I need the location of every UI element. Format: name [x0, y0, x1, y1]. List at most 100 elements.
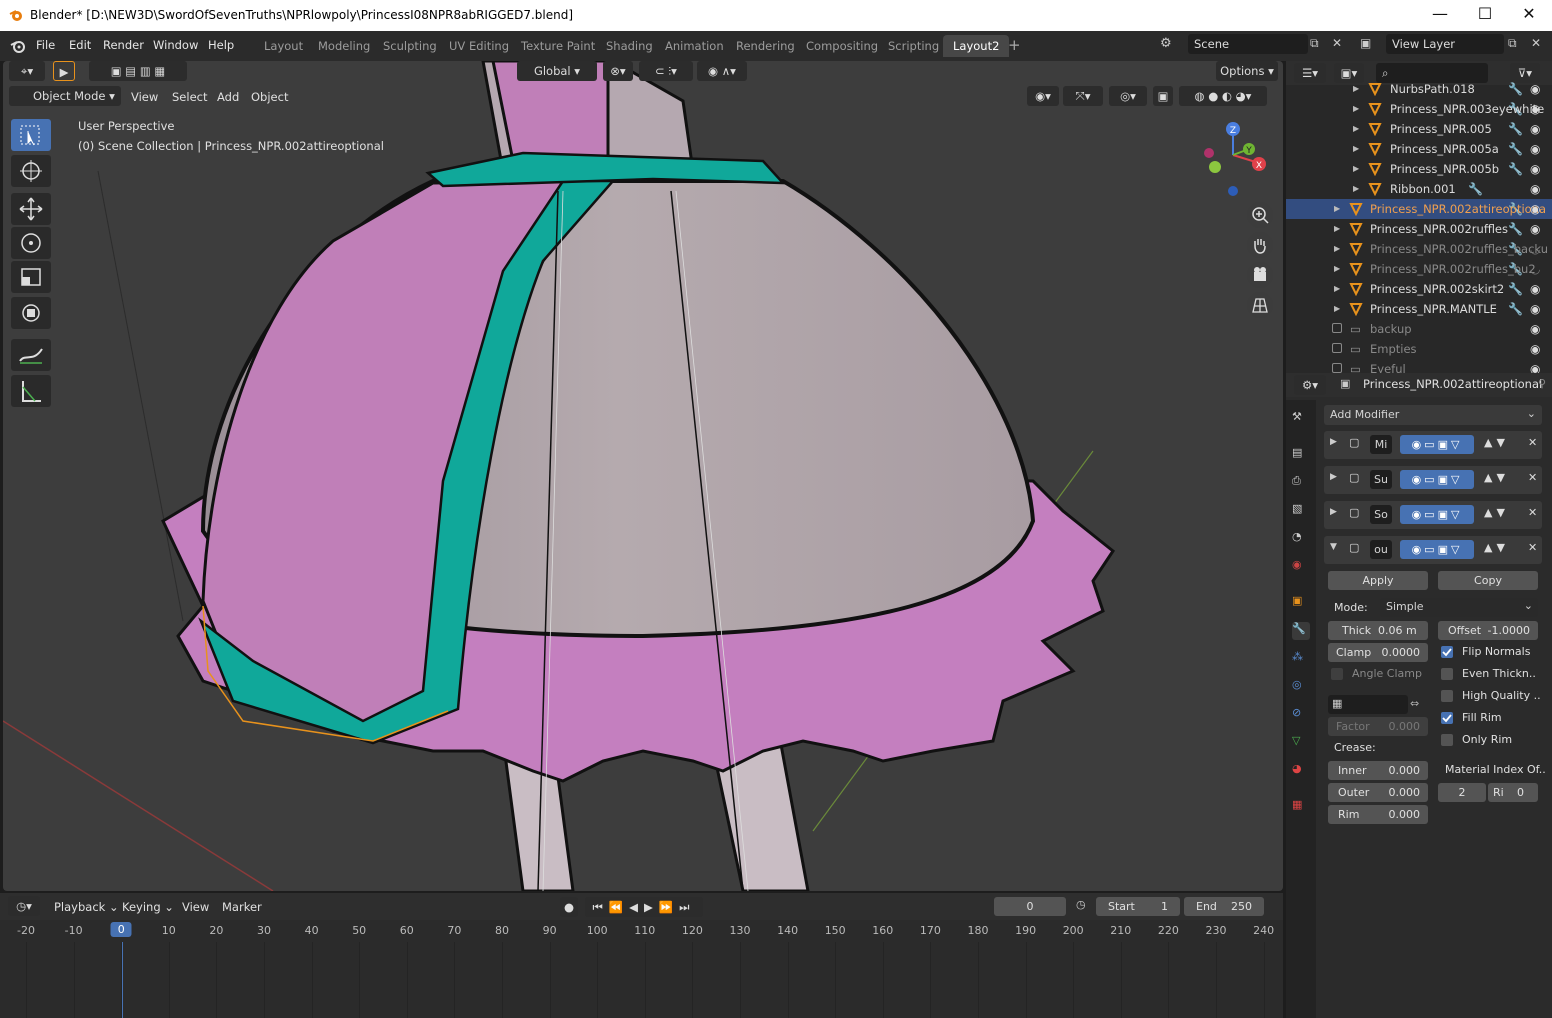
timeline-editor-type[interactable]: ◷▾ — [8, 896, 40, 916]
modifier-name-field[interactable]: Su — [1370, 470, 1392, 489]
tab-shading[interactable]: Shading — [596, 35, 663, 57]
measure-tool-icon[interactable] — [11, 375, 51, 407]
eye-icon[interactable]: ◉ — [1530, 299, 1540, 319]
expand-arrow-icon[interactable]: ▶ — [1330, 437, 1337, 447]
delete-view-layer-icon[interactable]: ✕ — [1531, 36, 1541, 50]
tab-layout2[interactable]: Layout2 — [943, 35, 1010, 57]
rotate-tool-icon[interactable] — [11, 227, 51, 259]
even-thickness-checkbox[interactable] — [1441, 668, 1453, 680]
outliner-row[interactable]: ▶ 🔧 Princess_NPR.002attireoptiona ◉ — [1286, 199, 1552, 219]
start-frame-field[interactable]: Start 1 — [1096, 897, 1180, 916]
expand-arrow-icon[interactable]: ▶ — [1330, 472, 1337, 482]
offset-field[interactable]: Offset -1.0000 — [1438, 621, 1538, 640]
modifier-name-field[interactable]: ou — [1370, 540, 1392, 559]
outer-field[interactable]: Outer 0.000 — [1328, 783, 1428, 802]
modifier-row[interactable]: ▶ ▢ Mi ◉▭▣▽ ▲▼ ✕ — [1324, 431, 1542, 459]
move-up-down-icons[interactable]: ▲▼ — [1484, 506, 1509, 519]
new-view-layer-icon[interactable]: ⧉ — [1508, 36, 1517, 51]
expand-arrow-icon[interactable]: ▶ — [1334, 279, 1340, 299]
eye-icon[interactable]: ◉ — [1530, 79, 1540, 99]
gizmo-toggle-icon[interactable]: ⤧▾ — [1063, 86, 1103, 106]
timeline-menu-marker[interactable]: Marker — [222, 896, 262, 918]
move-up-down-icons[interactable]: ▲▼ — [1484, 471, 1509, 484]
apply-button[interactable]: Apply — [1328, 571, 1428, 590]
expand-arrow-icon[interactable]: ▶ — [1334, 259, 1340, 279]
move-up-down-icons[interactable]: ▲▼ — [1484, 436, 1509, 449]
modifier-row[interactable]: ▶ ▢ Su ◉▭▣▽ ▲▼ ✕ — [1324, 466, 1542, 494]
outliner-row[interactable]: ▶ 🔧 Princess_NPR.003eyewhite ◉ — [1286, 99, 1552, 119]
timeline-menu-playback[interactable]: Playback ⌄ — [54, 896, 119, 918]
invert-vgroup-icon[interactable]: ⇔ — [1410, 697, 1419, 710]
mode-dropdown[interactable]: Simple ⌄ — [1380, 598, 1538, 617]
data-tab-icon[interactable]: ▽ — [1292, 734, 1310, 752]
factor-field[interactable]: Factor 0.000 — [1328, 717, 1428, 736]
scene-selector[interactable]: Scene — [1188, 34, 1308, 54]
scene-icon[interactable]: ⚙ — [1160, 36, 1172, 51]
cursor-tool-icon[interactable] — [11, 155, 51, 187]
expand-arrow-icon[interactable]: ▶ — [1334, 219, 1340, 239]
playback-controls-icons[interactable]: ⏮⏪◀▶⏩⏭ — [585, 897, 703, 917]
material-tab-icon[interactable]: ◕ — [1292, 762, 1310, 780]
clamp-field[interactable]: Clamp 0.0000 — [1328, 643, 1428, 662]
expand-arrow-icon[interactable]: ▶ — [1334, 299, 1340, 319]
hidden-eye-icon[interactable]: ◡ — [1530, 259, 1540, 279]
remove-modifier-icon[interactable]: ✕ — [1528, 506, 1537, 519]
menu-help[interactable]: Help — [208, 38, 234, 52]
outliner-row[interactable]: ▶ 🔧 Princess_NPR.002ruffles ◉ — [1286, 219, 1552, 239]
timeline-menu-keying[interactable]: Keying ⌄ — [122, 896, 174, 918]
modifier-tab-icon[interactable]: 🔧 — [1292, 622, 1310, 640]
tab-rendering[interactable]: Rendering — [726, 35, 805, 57]
timeline-menu-view[interactable]: View — [182, 896, 209, 918]
pan-hand-icon[interactable] — [1247, 232, 1273, 258]
close-window-button[interactable]: ✕ — [1506, 4, 1552, 26]
vertex-group-field[interactable]: ▦ — [1328, 695, 1408, 714]
particles-tab-icon[interactable]: ⁂ — [1292, 650, 1310, 668]
ortho-grid-icon[interactable] — [1247, 292, 1273, 318]
visibility-icon[interactable]: ◉▾ — [1027, 86, 1059, 106]
menu-file[interactable]: File — [36, 38, 55, 52]
eye-icon[interactable]: ◉ — [1530, 139, 1540, 159]
options-dropdown[interactable]: Options ▾ — [1216, 61, 1278, 81]
material-index-field[interactable]: 2 — [1438, 783, 1486, 802]
modifier-name-field[interactable]: Mi — [1370, 435, 1392, 454]
modifier-name-field[interactable]: So — [1370, 505, 1392, 524]
expand-arrow-icon[interactable]: ▶ — [1353, 99, 1359, 119]
add-workspace-icon[interactable]: + — [1008, 36, 1021, 54]
zoom-icon[interactable] — [1247, 202, 1273, 228]
eye-icon[interactable]: ◉ — [1530, 159, 1540, 179]
scale-tool-icon[interactable] — [11, 261, 51, 293]
add-modifier-dropdown[interactable]: Add Modifier ⌄ — [1324, 405, 1542, 425]
tool-tab-icon[interactable]: ⚒ — [1292, 410, 1310, 428]
physics-tab-icon[interactable]: ◎ — [1292, 678, 1310, 696]
modifier-visibility-icons[interactable]: ◉▭▣▽ — [1400, 540, 1474, 559]
eye-icon[interactable]: ◉ — [1530, 279, 1540, 299]
selection-mode-icons[interactable]: ▣ ▤ ▥ ▦ — [89, 61, 187, 81]
tab-layout[interactable]: Layout — [254, 35, 313, 57]
outliner-row[interactable]: ▶ 🔧 Princess_NPR.MANTLE ◉ — [1286, 299, 1552, 319]
outliner-row[interactable]: ▶ 🔧 Princess_NPR.002ruffles_backu ◡ — [1286, 239, 1552, 259]
tab-scripting[interactable]: Scripting — [878, 35, 949, 57]
viewport-menu-object[interactable]: Object — [251, 86, 288, 108]
angle-clamp-checkbox[interactable] — [1331, 668, 1343, 680]
eye-icon[interactable]: ◉ — [1530, 219, 1540, 239]
fill-rim-checkbox[interactable] — [1441, 712, 1453, 724]
xray-toggle-icon[interactable]: ▣ — [1153, 86, 1173, 106]
constraints-tab-icon[interactable]: ⊘ — [1292, 706, 1310, 724]
annotate-tool-icon[interactable] — [11, 339, 51, 371]
high-quality-checkbox[interactable] — [1441, 690, 1453, 702]
exclude-checkbox[interactable] — [1332, 323, 1342, 333]
eye-icon[interactable]: ◉ — [1530, 179, 1540, 199]
tab-sculpting[interactable]: Sculpting — [373, 35, 447, 57]
camera-view-icon[interactable] — [1247, 262, 1273, 288]
expand-arrow-icon[interactable]: ▶ — [1353, 79, 1359, 99]
view-layer-tab-icon[interactable]: ▧ — [1292, 502, 1310, 520]
thickness-field[interactable]: Thick 0.06 m — [1328, 621, 1428, 640]
outliner-row[interactable]: ▶ 🔧 Princess_NPR.002ruffles_bu2 ◡ — [1286, 259, 1552, 279]
object-tab-icon[interactable]: ▣ — [1292, 594, 1310, 612]
eye-icon[interactable]: ◉ — [1530, 99, 1540, 119]
hidden-eye-icon[interactable]: ◡ — [1530, 239, 1540, 259]
expand-arrow-icon[interactable]: ▶ — [1353, 139, 1359, 159]
pivot-icon[interactable]: ⊗▾ — [603, 61, 633, 81]
tab-compositing[interactable]: Compositing — [796, 35, 888, 57]
expand-arrow-icon[interactable]: ▶ — [1330, 507, 1337, 517]
